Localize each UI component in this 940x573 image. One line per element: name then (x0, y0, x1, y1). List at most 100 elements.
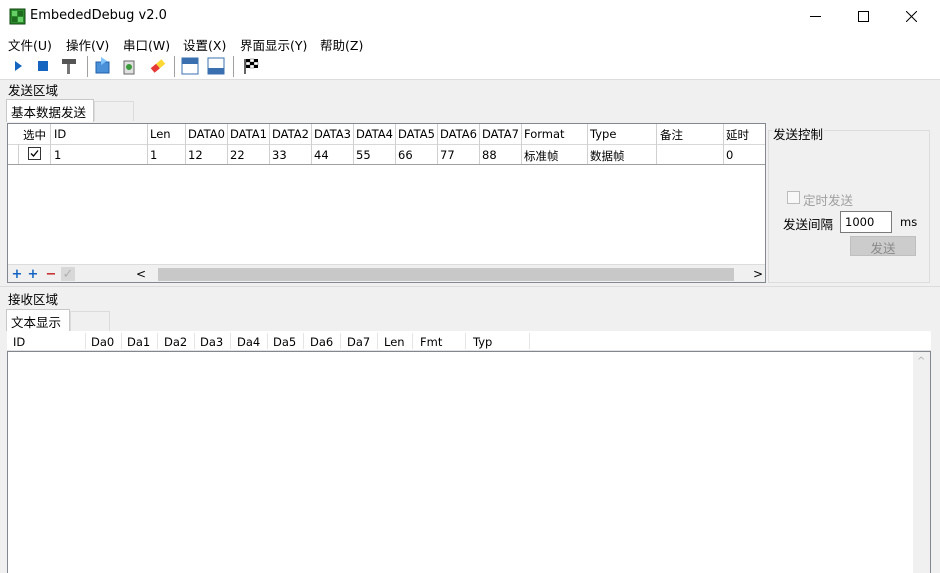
interval-input[interactable]: 1000 (840, 211, 892, 233)
minimize-button[interactable] (792, 0, 839, 33)
menu-file[interactable]: 文件(U) (8, 35, 52, 54)
tab-basic-send[interactable]: 基本数据发送 (6, 99, 94, 122)
col-header-note[interactable]: 备注 (660, 127, 683, 143)
insert-row-button[interactable]: + (26, 267, 40, 281)
pane-splitter[interactable] (0, 286, 940, 289)
col-header-data4[interactable]: DATA4 (356, 127, 393, 141)
menu-help[interactable]: 帮助(Z) (320, 35, 363, 54)
col-header-data5[interactable]: DATA5 (398, 127, 435, 141)
hammer-icon (62, 59, 76, 74)
col-header-id[interactable]: ID (54, 127, 66, 141)
col-header-da0[interactable]: Da0 (91, 335, 114, 349)
col-header-delay[interactable]: 延时 (726, 127, 749, 143)
col-header-da4[interactable]: Da4 (237, 335, 260, 349)
col-header-format[interactable]: Format (524, 127, 565, 141)
col-header-da3[interactable]: Da3 (200, 335, 223, 349)
cell-data6[interactable]: 77 (440, 148, 455, 162)
interval-label: 发送间隔 (783, 217, 834, 232)
menu-operation[interactable]: 操作(V) (66, 35, 109, 54)
col-header-len[interactable]: Len (150, 127, 171, 141)
clear-button[interactable] (119, 56, 139, 76)
cell-delay[interactable]: 0 (726, 148, 733, 162)
col-divider (185, 124, 186, 164)
col-header-data7[interactable]: DATA7 (482, 127, 519, 141)
receive-text-display[interactable]: ^ (7, 351, 931, 573)
recycle-bin-icon (123, 60, 135, 75)
tab-label: 文本显示 (11, 315, 62, 330)
col-divider (227, 124, 228, 164)
col-header-len[interactable]: Len (384, 335, 405, 349)
export-button[interactable] (93, 56, 113, 76)
col-divider (303, 333, 304, 349)
confirm-button[interactable]: ✓ (61, 267, 75, 281)
cell-data7[interactable]: 88 (482, 148, 497, 162)
col-divider (377, 333, 378, 349)
maximize-button[interactable] (840, 0, 887, 33)
col-header-da5[interactable]: Da5 (273, 335, 296, 349)
col-header-data1[interactable]: DATA1 (230, 127, 267, 141)
send-data-grid: 选中 ID Len DATA0 DATA1 DATA2 DATA3 DATA4 … (7, 123, 766, 283)
cell-data2[interactable]: 33 (272, 148, 287, 162)
cell-data1[interactable]: 22 (230, 148, 245, 162)
col-header-da6[interactable]: Da6 (310, 335, 333, 349)
send-area-label: 发送区域 (8, 83, 59, 98)
tab-empty[interactable] (94, 101, 134, 121)
cell-data0[interactable]: 12 (188, 148, 203, 162)
cell-len[interactable]: 1 (150, 148, 157, 162)
scroll-right-icon[interactable]: > (753, 267, 763, 281)
col-header-da1[interactable]: Da1 (127, 335, 150, 349)
timer-send-label[interactable]: 定时发送 (803, 190, 853, 209)
col-header-da2[interactable]: Da2 (164, 335, 187, 349)
menu-serial[interactable]: 串口(W) (123, 35, 170, 54)
col-header-da7[interactable]: Da7 (347, 335, 370, 349)
toolbar-separator (233, 56, 234, 77)
toolbar-separator (174, 56, 175, 77)
menu-view[interactable]: 界面显示(Y) (240, 35, 307, 54)
add-row-button[interactable]: + (10, 267, 24, 281)
grid-toolbar: + + − ✓ < > (8, 264, 765, 282)
horizontal-scrollbar-thumb[interactable] (158, 268, 734, 281)
start-button[interactable] (8, 56, 28, 76)
row-select-checkbox[interactable] (28, 147, 41, 160)
timer-send-checkbox[interactable] (787, 191, 800, 204)
pill-button[interactable] (148, 56, 168, 76)
toolbar (0, 53, 940, 80)
cell-data4[interactable]: 55 (356, 148, 371, 162)
col-divider (147, 124, 148, 164)
col-header-select[interactable]: 选中 (23, 127, 46, 143)
window-title: EmbededDebug v2.0 (30, 8, 167, 23)
col-header-data6[interactable]: DATA6 (440, 127, 477, 141)
col-header-data2[interactable]: DATA2 (272, 127, 309, 141)
remove-row-button[interactable]: − (44, 267, 58, 281)
menu-settings[interactable]: 设置(X) (183, 35, 226, 54)
col-divider (18, 144, 19, 164)
cell-data5[interactable]: 66 (398, 148, 413, 162)
col-header-data0[interactable]: DATA0 (188, 127, 225, 141)
window-bottom-icon (207, 57, 225, 75)
cell-data3[interactable]: 44 (314, 148, 329, 162)
col-header-id[interactable]: ID (13, 335, 25, 349)
col-header-typ[interactable]: Typ (473, 335, 492, 349)
scroll-up-icon[interactable]: ^ (917, 356, 925, 367)
stop-button[interactable] (33, 56, 53, 76)
col-header-fmt[interactable]: Fmt (420, 335, 442, 349)
tab-empty[interactable] (70, 311, 110, 331)
race-flag-button[interactable] (241, 56, 261, 76)
vertical-scrollbar[interactable]: ^ (913, 352, 930, 573)
col-header-data3[interactable]: DATA3 (314, 127, 351, 141)
cell-id[interactable]: 1 (54, 148, 61, 162)
scroll-left-icon[interactable]: < (136, 267, 146, 281)
layout-bottom-button[interactable] (206, 56, 226, 76)
cell-format[interactable]: 标准帧 (524, 148, 559, 164)
col-header-type[interactable]: Type (590, 127, 616, 141)
pill-icon (150, 59, 166, 73)
send-control-title: 发送控制 (772, 124, 825, 143)
tool-button[interactable] (59, 56, 79, 76)
send-button[interactable]: 发送 (850, 236, 916, 256)
layout-top-button[interactable] (180, 56, 200, 76)
tab-text-display[interactable]: 文本显示 (6, 309, 70, 331)
cell-type[interactable]: 数据帧 (590, 148, 625, 164)
close-button[interactable] (888, 0, 935, 33)
maximize-icon (858, 11, 869, 22)
header-divider (8, 144, 765, 145)
